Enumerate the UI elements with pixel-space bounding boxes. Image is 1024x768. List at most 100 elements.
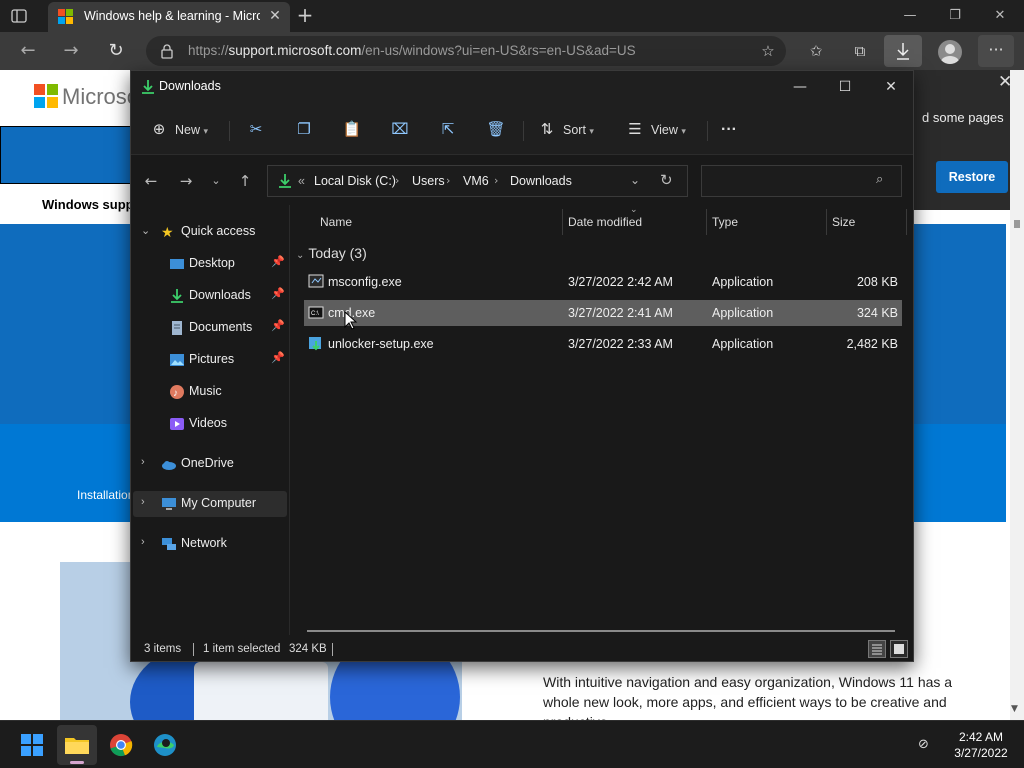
- restore-pages-notification: ✕ d some pages Restore: [914, 70, 1024, 210]
- search-box[interactable]: ⌕: [701, 165, 902, 197]
- start-button[interactable]: [12, 725, 52, 765]
- sidebar-item-onedrive[interactable]: › OneDrive: [133, 451, 287, 477]
- column-separator[interactable]: [706, 209, 707, 235]
- file-row[interactable]: C:\ cmd.exe 3/27/2022 2:41 AM Applicatio…: [304, 300, 902, 326]
- file-size: 208 KB: [856, 275, 898, 289]
- sidebar-item-label: Documents: [189, 320, 253, 334]
- browser-close-icon[interactable]: ✕: [990, 6, 1010, 26]
- large-icons-view-icon[interactable]: [890, 640, 908, 658]
- chevron-right-icon[interactable]: ›: [141, 456, 145, 468]
- chevron-right-icon[interactable]: ›: [395, 174, 399, 187]
- sort-button[interactable]: Sort ▾: [563, 119, 594, 141]
- forward-icon[interactable]: →: [60, 40, 82, 62]
- recent-locations-icon[interactable]: ⌄: [206, 171, 226, 191]
- lock-icon: [160, 43, 174, 59]
- horizontal-scrollbar[interactable]: [307, 630, 895, 632]
- add-favorite-icon[interactable]: ☆: [757, 40, 779, 62]
- sidebar-item-documents[interactable]: Documents 📌: [133, 315, 287, 341]
- refresh-icon[interactable]: ↻: [105, 40, 127, 62]
- chevron-right-icon[interactable]: ›: [141, 496, 145, 508]
- tab-close-icon[interactable]: ✕: [266, 7, 284, 25]
- sidebar-item-downloads[interactable]: Downloads 📌: [133, 283, 287, 309]
- column-header-size[interactable]: Size: [832, 215, 855, 229]
- column-separator[interactable]: [906, 209, 907, 235]
- browser-more-icon[interactable]: ···: [978, 35, 1014, 67]
- taskbar-edge[interactable]: [145, 725, 185, 765]
- search-icon[interactable]: ⌕: [876, 172, 883, 187]
- column-header-type[interactable]: Type: [712, 215, 738, 229]
- downloads-button[interactable]: [884, 35, 922, 67]
- back-icon[interactable]: ←: [17, 40, 39, 62]
- column-header-name[interactable]: Name: [320, 215, 352, 229]
- sidebar-item-my-computer[interactable]: › My Computer: [133, 491, 287, 517]
- file-row[interactable]: unlocker-setup.exe 3/27/2022 2:33 AM App…: [304, 331, 902, 357]
- sidebar-item-quick-access[interactable]: ⌄ ★ Quick access: [133, 219, 287, 245]
- profile-avatar[interactable]: [938, 40, 962, 64]
- new-icon[interactable]: ⊕: [149, 119, 169, 139]
- column-header-date[interactable]: Date modified: [568, 215, 642, 229]
- group-header-today[interactable]: ⌄ Today (3): [296, 245, 367, 261]
- view-icon[interactable]: ☰: [625, 119, 645, 139]
- explorer-maximize-icon[interactable]: ☐: [833, 77, 857, 97]
- sidebar-item-pictures[interactable]: Pictures 📌: [133, 347, 287, 373]
- sidebar-item-videos[interactable]: Videos: [133, 411, 287, 437]
- details-view-icon[interactable]: [868, 640, 886, 658]
- explorer-minimize-icon[interactable]: —: [788, 77, 812, 97]
- new-button[interactable]: New ▾: [175, 119, 208, 141]
- breadcrumb[interactable]: « Local Disk (C:) › Users › VM6 › Downlo…: [267, 165, 688, 197]
- forward-icon[interactable]: →: [176, 171, 196, 191]
- chevron-down-icon[interactable]: ⌄: [630, 173, 640, 187]
- breadcrumb-downloads[interactable]: Downloads: [510, 174, 572, 188]
- cut-icon[interactable]: ✂: [246, 119, 266, 139]
- sidebar-item-desktop[interactable]: Desktop 📌: [133, 251, 287, 277]
- paste-icon[interactable]: 📋: [342, 119, 362, 139]
- sidebar-item-network[interactable]: › Network: [133, 531, 287, 557]
- taskbar-clock[interactable]: 2:42 AM 3/27/2022: [946, 729, 1016, 761]
- delete-icon[interactable]: 🗑: [486, 119, 506, 139]
- scroll-down-icon[interactable]: ▼: [1011, 704, 1018, 714]
- tab-actions-icon[interactable]: [10, 7, 28, 25]
- refresh-icon[interactable]: ↻: [660, 171, 673, 189]
- breadcrumb-users[interactable]: Users: [412, 174, 445, 188]
- column-separator[interactable]: [826, 209, 827, 235]
- breadcrumb-local-disk[interactable]: Local Disk (C:): [314, 174, 396, 188]
- browser-restore-icon[interactable]: ❐: [945, 6, 965, 26]
- file-row[interactable]: msconfig.exe 3/27/2022 2:42 AM Applicati…: [304, 269, 902, 295]
- installation-link[interactable]: Installation: [77, 488, 134, 502]
- sort-icon[interactable]: ⇅: [537, 119, 557, 139]
- sidebar-item-music[interactable]: ♪ Music: [133, 379, 287, 405]
- column-separator[interactable]: [562, 209, 563, 235]
- search-input[interactable]: [708, 171, 868, 191]
- browser-minimize-icon[interactable]: —: [900, 6, 920, 26]
- file-size: 2,482 KB: [846, 337, 898, 351]
- back-icon[interactable]: ←: [141, 171, 161, 191]
- share-icon[interactable]: ⇱: [438, 119, 458, 139]
- view-button[interactable]: View ▾: [651, 119, 686, 141]
- rename-icon[interactable]: ⌧: [390, 119, 410, 139]
- explorer-close-icon[interactable]: ✕: [879, 77, 903, 97]
- chevron-right-icon[interactable]: ›: [446, 174, 450, 187]
- new-tab-icon[interactable]: +: [296, 5, 314, 25]
- browser-tab-bar: Windows help & learning - Microsoft Supp…: [0, 0, 1024, 32]
- taskbar-file-explorer[interactable]: [57, 725, 97, 765]
- restore-button[interactable]: Restore: [936, 161, 1008, 193]
- see-more-button[interactable]: ···: [721, 119, 737, 141]
- collections-icon[interactable]: ⧉: [849, 40, 871, 62]
- chevron-right-icon[interactable]: ›: [494, 174, 498, 187]
- favorites-icon[interactable]: ✩: [805, 40, 827, 62]
- breadcrumb-overflow[interactable]: «: [298, 174, 305, 188]
- browser-tab[interactable]: Windows help & learning - Microsoft Supp…: [48, 2, 290, 32]
- explorer-title-bar[interactable]: Downloads — ☐ ✕: [131, 71, 913, 103]
- microsoft-logo-icon[interactable]: [34, 84, 58, 108]
- address-bar[interactable]: https://support.microsoft.com/en-us/wind…: [146, 36, 786, 66]
- page-scrollbar[interactable]: ▼: [1010, 70, 1024, 720]
- breadcrumb-vm6[interactable]: VM6: [463, 174, 489, 188]
- file-type: Application: [712, 306, 774, 320]
- chevron-down-icon[interactable]: ⌄: [141, 224, 150, 237]
- sidebar-item-label: Quick access: [181, 224, 256, 238]
- network-status-icon[interactable]: ⊘: [918, 737, 936, 753]
- chevron-right-icon[interactable]: ›: [141, 536, 145, 548]
- taskbar-chrome[interactable]: [101, 725, 141, 765]
- up-icon[interactable]: ↑: [235, 171, 255, 191]
- copy-icon[interactable]: ❐: [294, 119, 314, 139]
